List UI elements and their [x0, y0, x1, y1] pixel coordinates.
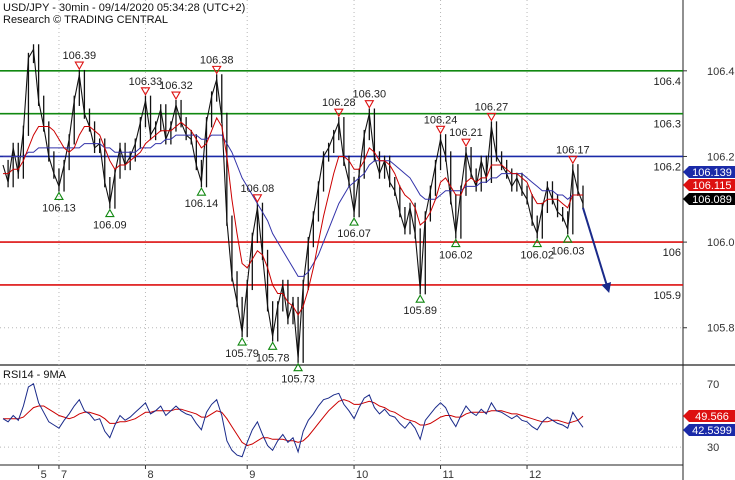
- up-triangle-icon: [532, 238, 543, 248]
- last-price-badge: 106.089: [683, 193, 735, 206]
- low-label: 105.89: [403, 305, 437, 317]
- high-label: 106.38: [200, 54, 234, 66]
- up-triangle-icon: [267, 341, 278, 350]
- low-label: 106.13: [42, 202, 76, 214]
- down-triangle-icon: [74, 61, 85, 71]
- high-label: 106.39: [62, 50, 96, 62]
- rsi-panel-title: RSI14 - 9MA: [3, 369, 67, 381]
- level-label: 105.9: [653, 290, 681, 302]
- chart-subtitle: Research © TRADING CENTRAL: [3, 14, 168, 26]
- up-triangle-icon: [450, 238, 461, 248]
- rsi-panel: 49.566 42.5399: [2, 383, 735, 458]
- low-label: 105.73: [281, 374, 315, 386]
- up-triangle-icon: [54, 191, 64, 200]
- level-label: 106.2: [653, 161, 681, 173]
- low-label: 106.02: [439, 250, 473, 262]
- y-tick-label: 106.0: [707, 237, 735, 249]
- forecast-arrow: [582, 207, 612, 294]
- x-tick-label: 5: [41, 469, 47, 480]
- down-triangle-icon: [461, 138, 471, 148]
- x-tick-label: 9: [249, 469, 255, 480]
- x-tick-label: 11: [443, 469, 454, 480]
- y-tick-label: 106.2: [707, 151, 735, 163]
- last-price-badge: 106.115: [683, 179, 735, 192]
- high-label: 106.21: [449, 127, 483, 139]
- down-triangle-icon: [171, 91, 181, 101]
- x-tick-label: 7: [61, 469, 67, 480]
- rsi-tick-label: 30: [707, 442, 719, 454]
- rsi-line: [2, 383, 584, 458]
- chart-title: USD/JPY - 30min - 09/14/2020 05:34:28 (U…: [3, 2, 245, 14]
- last-price-value: 106.115: [693, 180, 732, 192]
- x-tick-label: 10: [356, 469, 368, 480]
- x-tick-label: 12: [529, 469, 541, 480]
- up-triangle-icon: [196, 187, 207, 196]
- price-plot: [2, 44, 612, 363]
- up-triangle-icon: [562, 234, 573, 243]
- up-triangle-icon: [237, 336, 248, 346]
- last-price-badge: 106.139: [683, 166, 735, 179]
- down-triangle-icon: [486, 112, 497, 122]
- low-label: 106.14: [185, 198, 219, 210]
- x-tick-label: 8: [147, 469, 153, 480]
- down-triangle-icon: [211, 65, 222, 75]
- up-triangle-icon: [104, 208, 115, 218]
- down-triangle-icon: [364, 100, 375, 109]
- rsi-tick-label: 70: [707, 379, 719, 391]
- high-label: 106.27: [475, 101, 509, 113]
- low-label: 106.02: [520, 250, 554, 262]
- rsi-current-value: 49.566: [695, 411, 729, 423]
- high-label: 106.28: [322, 97, 356, 109]
- last-price-value: 106.139: [692, 167, 732, 179]
- up-triangle-icon: [415, 294, 426, 303]
- low-label: 106.03: [551, 245, 585, 257]
- down-triangle-icon: [435, 125, 446, 135]
- high-label: 106.08: [241, 183, 275, 195]
- low-label: 105.78: [256, 352, 290, 364]
- chart-canvas: 106.4106.3106.2106105.9 106.39106.33106.…: [0, 0, 735, 480]
- level-label: 106.4: [653, 76, 681, 88]
- high-label: 106.17: [556, 144, 590, 156]
- axes: 106.4 106.2 106.0 105.8 70 30 5 7 8 9 10 11 12 106.13…: [38, 66, 735, 480]
- last-price-value: 106.089: [692, 194, 732, 206]
- level-label: 106: [663, 247, 681, 259]
- y-tick-label: 105.8: [707, 323, 735, 335]
- high-label: 106.33: [129, 76, 163, 88]
- rsi-value-badge: 49.566: [683, 410, 735, 423]
- down-triangle-icon: [567, 155, 578, 165]
- rsi-current-value: 42.5399: [692, 425, 732, 437]
- low-label: 105.79: [225, 348, 259, 360]
- low-label: 106.07: [337, 228, 371, 240]
- high-label: 106.30: [352, 89, 386, 101]
- level-label: 106.3: [653, 119, 681, 131]
- low-label: 106.09: [93, 220, 127, 232]
- high-label: 106.32: [159, 80, 193, 92]
- y-tick-label: 106.4: [707, 66, 735, 78]
- high-low-markers: 106.39106.33106.32106.38106.08106.28106.…: [42, 50, 590, 386]
- high-label: 106.24: [424, 114, 458, 126]
- rsi-value-badge: 42.5399: [683, 424, 735, 437]
- down-triangle-icon: [333, 108, 344, 118]
